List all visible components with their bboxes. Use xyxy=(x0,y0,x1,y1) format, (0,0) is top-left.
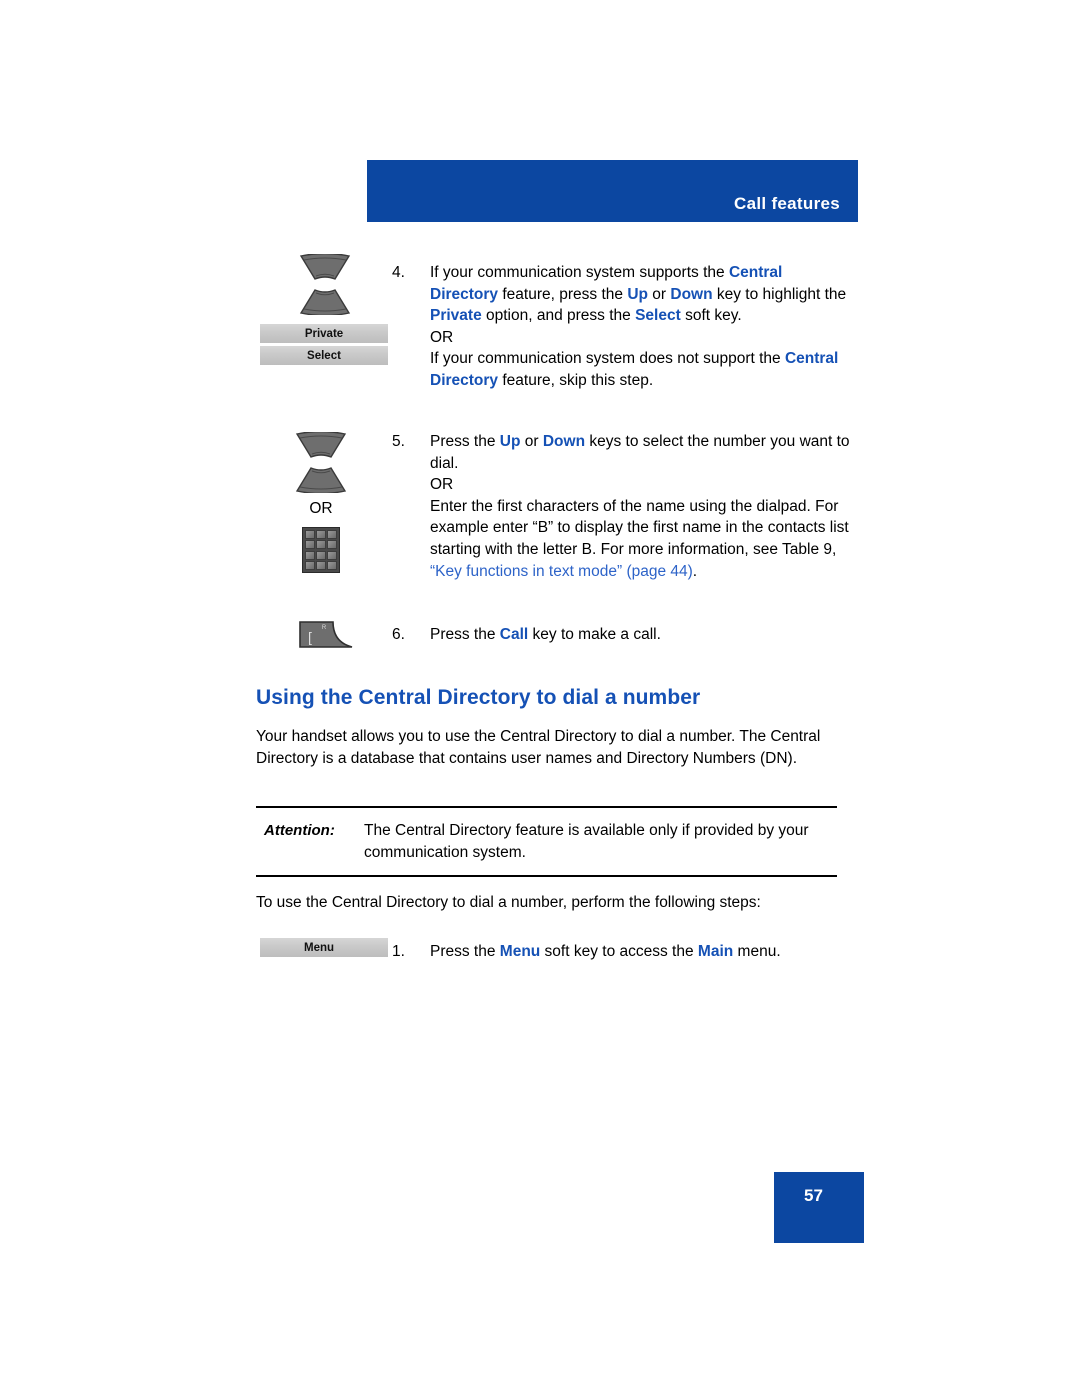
step-5-icon-group: OR xyxy=(294,432,348,573)
dialpad-key xyxy=(316,561,326,570)
page-number-box: 57 xyxy=(774,1172,864,1243)
call-key-icon: R [ xyxy=(298,620,354,650)
cross-reference-page[interactable]: (page 44) xyxy=(626,563,692,580)
dialpad-key xyxy=(327,530,337,539)
dialpad-key xyxy=(316,530,326,539)
page-number: 57 xyxy=(804,1186,823,1205)
step-4-icon-group: Private Select xyxy=(260,254,388,365)
nav-up-key-icon xyxy=(298,254,352,281)
softkey-select[interactable]: Select xyxy=(260,346,388,365)
dialpad-key xyxy=(316,540,326,550)
section-intro-paragraph: Your handset allows you to use the Centr… xyxy=(256,728,821,767)
attention-content: Attention: The Central Directory feature… xyxy=(256,808,837,875)
attention-rule-bottom xyxy=(256,875,837,878)
step-6-icon-group: R [ xyxy=(298,620,354,650)
dialpad-key xyxy=(316,550,326,560)
step-5: 5. Press the Up or Down keys to select t… xyxy=(392,431,850,582)
step-4-body: If your communication system supports th… xyxy=(430,262,850,392)
section-heading: Using the Central Directory to dial a nu… xyxy=(256,686,701,709)
step-1: 1. Press the Menu soft key to access the… xyxy=(392,941,890,963)
step-6: 6. Press the Call key to make a call. xyxy=(392,624,850,646)
softkey-select-label: Select xyxy=(307,349,341,362)
cross-reference-link[interactable]: “Key functions in text mode” xyxy=(430,563,622,580)
softkey-private[interactable]: Private xyxy=(260,324,388,343)
softkey-private-label: Private xyxy=(304,327,344,340)
dialpad-key xyxy=(305,561,315,570)
step-5-number: 5. xyxy=(392,433,405,450)
document-page: Call features Private Select 4. If your … xyxy=(0,0,1080,1397)
svg-text:[: [ xyxy=(308,629,312,645)
dialpad-key xyxy=(327,550,337,560)
svg-text:R: R xyxy=(322,625,327,631)
step-4: 4. If your communication system supports… xyxy=(392,262,850,392)
step-4-line-1: If your communication system supports th… xyxy=(430,264,847,325)
step-1-icon-group: Menu xyxy=(260,938,388,957)
dialpad-key xyxy=(327,540,337,550)
dialpad-key xyxy=(327,561,337,570)
step-4-or: OR xyxy=(430,328,454,346)
dialpad-key xyxy=(305,530,315,539)
attention-label: Attention: xyxy=(264,822,335,839)
step-6-body: Press the Call key to make a call. xyxy=(430,624,850,646)
attention-note: Attention: The Central Directory feature… xyxy=(256,806,837,878)
page-header-banner: Call features xyxy=(367,160,858,222)
nav-up-key-icon xyxy=(294,432,348,459)
nav-down-key-icon xyxy=(294,466,348,493)
step-5-or: OR xyxy=(430,476,454,494)
header-title: Call features xyxy=(734,194,840,213)
step-5-line-1: Press the Up or Down keys to select the … xyxy=(430,433,850,472)
softkey-menu-label: Menu xyxy=(304,941,335,954)
attention-text: The Central Directory feature is availab… xyxy=(364,822,809,861)
step-1-number: 1. xyxy=(392,943,405,960)
step-1-line-1: Press the Menu soft key to access the Ma… xyxy=(430,943,781,960)
nav-down-key-icon xyxy=(298,288,352,315)
dialpad-icon xyxy=(302,527,340,573)
step-5-body: Press the Up or Down keys to select the … xyxy=(430,431,850,582)
dialpad-key xyxy=(305,550,315,560)
step-6-number: 6. xyxy=(392,626,405,643)
dialpad-key xyxy=(305,540,315,550)
step-4-number: 4. xyxy=(392,264,405,281)
step-5-line-2: Enter the first characters of the name u… xyxy=(430,497,849,580)
steps-intro-paragraph: To use the Central Directory to dial a n… xyxy=(256,894,761,911)
step-6-line-1: Press the Call key to make a call. xyxy=(430,626,661,643)
step-4-line-2: If your communication system does not su… xyxy=(430,350,839,389)
step-5-or-label: OR xyxy=(309,500,333,517)
step-1-body: Press the Menu soft key to access the Ma… xyxy=(430,941,890,963)
softkey-menu[interactable]: Menu xyxy=(260,938,388,957)
